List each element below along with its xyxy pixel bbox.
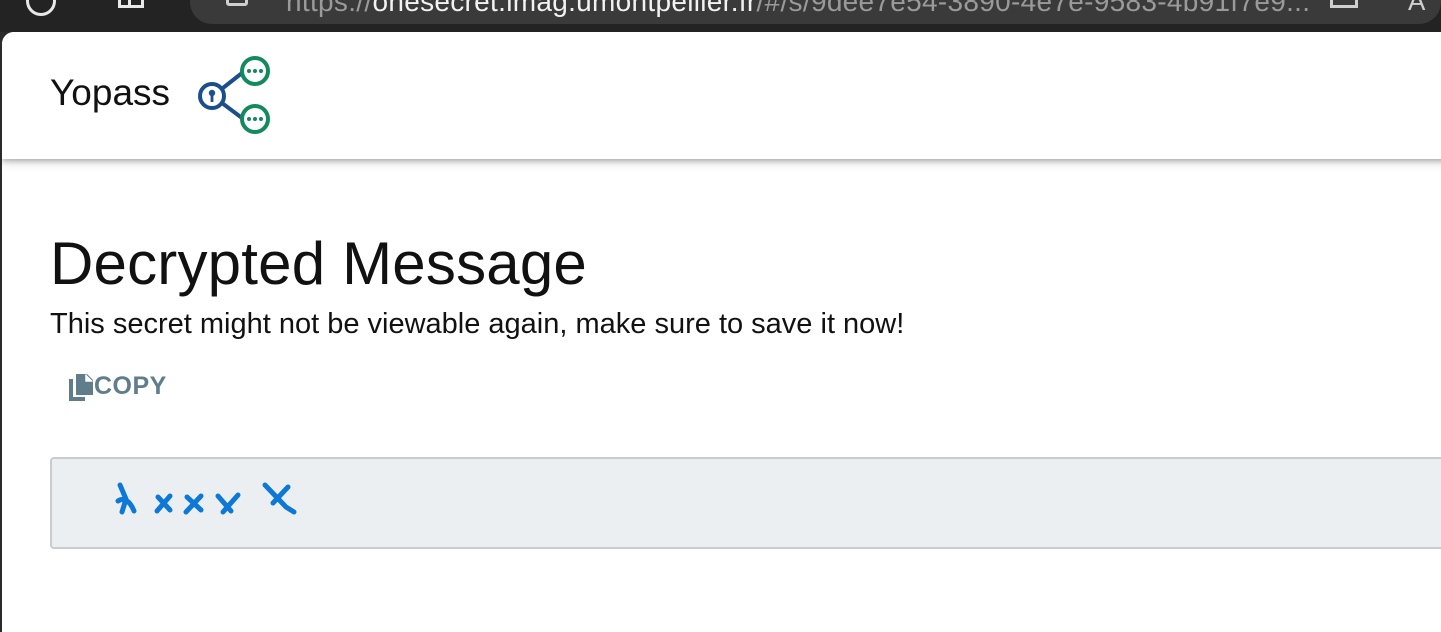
read-aloud-icon[interactable]: A	[1408, 0, 1425, 17]
url-scheme: https://	[286, 0, 373, 17]
site-info-icon[interactable]	[226, 0, 248, 6]
url-path: /#/s/9dee7e54-3890-4e7e-9583-4b91f7e9...	[756, 0, 1311, 17]
browser-chrome: https://onesecret.imag.umontpellier.fr/#…	[0, 0, 1441, 32]
secret-output-box[interactable]: xxxxx	[50, 457, 1441, 549]
app-bar: Yopass	[2, 32, 1441, 159]
split-view-icon[interactable]	[1330, 0, 1358, 8]
copy-button-label: COPY	[94, 372, 167, 400]
tab-search-icon[interactable]	[118, 0, 144, 8]
copy-icon	[69, 373, 93, 401]
share-lock-icon	[198, 56, 270, 134]
url-text[interactable]: https://onesecret.imag.umontpellier.fr/#…	[286, 0, 1310, 18]
copy-button[interactable]: COPY	[62, 368, 173, 405]
brand-title[interactable]: Yopass	[50, 72, 170, 114]
redacted-secret-scribble	[115, 482, 297, 515]
save-warning-text: This secret might not be viewable again,…	[50, 308, 905, 340]
main-content: Decrypted Message This secret might not …	[50, 228, 1441, 549]
page-viewport: Yopass Decrypted Message This secret mig…	[2, 32, 1441, 632]
url-host: onesecret.imag.umontpellier.fr	[372, 0, 757, 17]
reload-icon[interactable]	[26, 0, 56, 16]
page-title: Decrypted Message	[50, 230, 587, 297]
